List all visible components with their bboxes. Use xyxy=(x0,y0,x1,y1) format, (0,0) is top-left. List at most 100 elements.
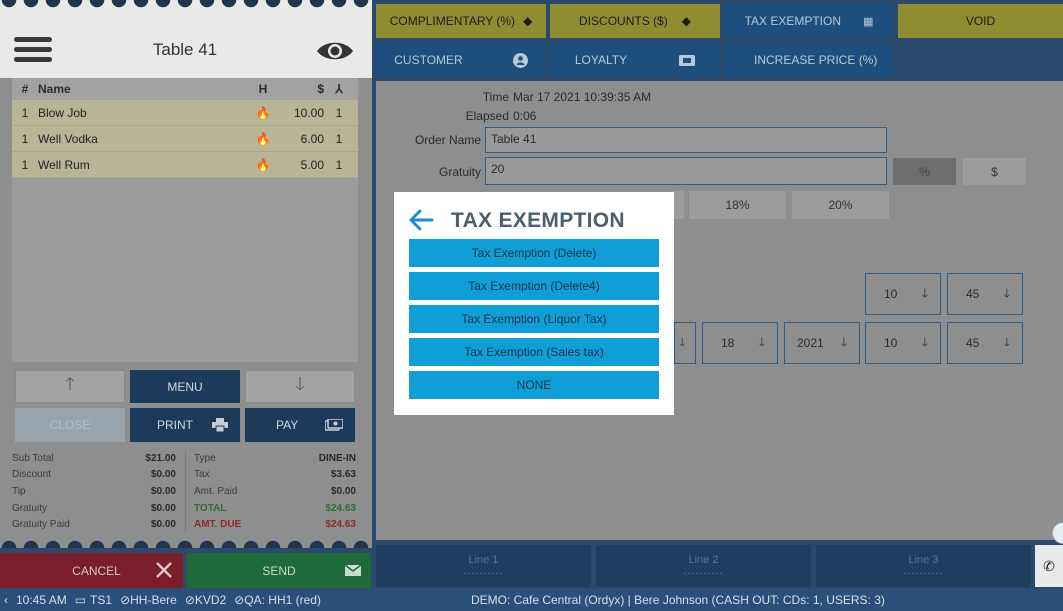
hamburger-menu-icon[interactable] xyxy=(14,37,52,63)
time-label: Time xyxy=(482,90,509,104)
hour-select[interactable]: 10 🡓 xyxy=(865,322,941,364)
back-arrow-icon[interactable]: ‹ xyxy=(4,593,8,607)
cancel-button[interactable]: CANCEL xyxy=(0,553,183,588)
amt-paid-label: Amt. Paid xyxy=(194,485,238,497)
year-select[interactable]: 2021 🡓 xyxy=(784,322,860,364)
tag-icon: ◆ xyxy=(523,14,533,28)
dollar-toggle[interactable]: $ xyxy=(963,158,1026,185)
tax-exemption-option[interactable]: Tax Exemption (Sales tax) xyxy=(409,338,659,366)
type-value: DINE-IN xyxy=(318,452,356,464)
ticket-panel: Table 41 # Name H $ ⅄ 1 Blow Job 🔥 10.00… xyxy=(0,0,372,548)
order-name-field[interactable]: Table 41 xyxy=(485,127,887,153)
tax-exemption-none-option[interactable]: NONE xyxy=(409,371,659,399)
discounts-label: DISCOUNTS ($) xyxy=(579,14,668,28)
ticket-totals: Sub Total $21.00 Discount $0.00 Tip $0.00 G… xyxy=(12,450,358,535)
tip-value: $0.00 xyxy=(150,485,176,497)
customer-button[interactable]: CUSTOMER xyxy=(376,43,546,77)
col-num: # xyxy=(21,82,29,96)
line-tab-3[interactable]: Line 3 ---------- xyxy=(816,545,1031,587)
col-name: Name xyxy=(38,82,71,96)
tip-label: Tip xyxy=(12,485,26,497)
end-minute-select[interactable]: 45 🡓 xyxy=(947,273,1023,315)
menu-button[interactable]: MENU xyxy=(130,370,240,403)
gratuity-label: Gratuity xyxy=(438,165,481,179)
line-tab-2[interactable]: Line 2 ---------- xyxy=(596,545,811,587)
subtotal-label: Sub Total xyxy=(12,452,54,464)
gratuity-field[interactable]: 20 xyxy=(485,157,887,185)
increase-price-button[interactable]: INCREASE PRICE (%) xyxy=(724,43,894,77)
arrow-down-icon: 🡓 xyxy=(679,334,686,349)
totals-right: Type DINE-IN Tax $3.63 Amt. Paid $0.00 TOTA… xyxy=(194,450,356,533)
tax-line: Tax $3.63 xyxy=(194,467,356,484)
ticket-item-row[interactable]: 1 Well Vodka 🔥 6.00 1 xyxy=(12,126,358,152)
ticket-top-edge xyxy=(0,0,372,14)
tax-exemption-button[interactable]: TAX EXEMPTION ▦ xyxy=(724,4,894,38)
eye-icon[interactable] xyxy=(315,39,355,63)
discounts-button[interactable]: DISCOUNTS ($) ◆ xyxy=(550,4,720,38)
tax-exemption-option[interactable]: Tax Exemption (Delete4) xyxy=(409,272,659,300)
pay-button[interactable]: PAY xyxy=(245,408,355,442)
month-select[interactable]: 🡓 xyxy=(674,322,696,364)
tax-exemption-option[interactable]: Tax Exemption (Delete) xyxy=(409,239,659,267)
line-tab-1[interactable]: Line 1 ---------- xyxy=(376,545,591,587)
floating-chat-icon[interactable] xyxy=(1052,522,1063,544)
arrow-down-icon: 🡓 xyxy=(921,285,928,300)
item-seat: 1 xyxy=(335,157,343,172)
scroll-down-button[interactable]: 🡓 xyxy=(245,370,355,403)
pay-label: PAY xyxy=(276,418,299,432)
ticket-item-row[interactable]: 1 Well Rum 🔥 5.00 1 xyxy=(12,152,358,178)
end-hour-select[interactable]: 10 🡓 xyxy=(865,273,941,315)
line-tab-placeholder: ---------- xyxy=(903,568,944,578)
gratuity-line: Gratuity $0.00 xyxy=(12,500,176,517)
ticket-item-row[interactable]: 1 Blow Job 🔥 10.00 1 xyxy=(12,100,358,126)
tax-exemption-option[interactable]: Tax Exemption (Liquor Tax) xyxy=(409,305,659,333)
discount-line: Discount $0.00 xyxy=(12,467,176,484)
amt-due-line: AMT. DUE $24.63 xyxy=(194,516,356,533)
amt-paid-line: Amt. Paid $0.00 xyxy=(194,483,356,500)
back-arrow-icon[interactable] xyxy=(408,208,434,232)
customer-label: CUSTOMER xyxy=(394,53,463,67)
amt-due-value: $24.63 xyxy=(325,519,356,531)
ticket-item-list: # Name H $ ⅄ 1 Blow Job 🔥 10.00 1 1 Well… xyxy=(12,78,358,362)
person-icon xyxy=(512,52,528,68)
print-button[interactable]: PRINT xyxy=(130,408,240,442)
percent-toggle[interactable]: % xyxy=(893,158,956,185)
complimentary-button[interactable]: COMPLIMENTARY (%) ◆ xyxy=(376,4,546,38)
preset-18-button[interactable]: 18% xyxy=(689,191,786,219)
totals-left: Sub Total $21.00 Discount $0.00 Tip $0.00 G… xyxy=(12,450,176,533)
hour-value: 10 xyxy=(884,336,898,350)
status-printer-3: QA: HH1 (red) xyxy=(244,593,321,607)
minute-select[interactable]: 45 🡓 xyxy=(947,322,1023,364)
loyalty-button[interactable]: LOYALTY xyxy=(550,43,720,77)
status-terminal: TS1 xyxy=(90,593,113,607)
scroll-up-button[interactable]: 🡑 xyxy=(15,370,125,403)
toolbar-empty-slot xyxy=(898,43,1063,77)
tip-line: Tip $0.00 xyxy=(12,483,176,500)
void-button[interactable]: VOID xyxy=(898,4,1063,38)
preset-20-button[interactable]: 20% xyxy=(792,191,889,219)
amt-due-label: AMT. DUE xyxy=(194,519,242,531)
printer-status-icon: ⊘ xyxy=(234,593,245,607)
send-button[interactable]: SEND xyxy=(187,553,371,588)
gratuity-paid-line: Gratuity Paid $0.00 xyxy=(12,516,176,533)
tax-value: $3.63 xyxy=(330,469,356,481)
line-tab-label: Line 2 xyxy=(688,554,719,566)
item-name: Well Rum xyxy=(38,157,90,172)
close-button[interactable]: CLOSE xyxy=(15,408,125,442)
gratuity-label: Gratuity xyxy=(12,502,48,514)
line-tab-label: Line 3 xyxy=(908,554,939,566)
item-name: Blow Job xyxy=(38,105,87,120)
dialog-title: TAX EXEMPTION xyxy=(451,209,625,232)
arrow-down-icon: 🡓 xyxy=(1003,334,1010,349)
tax-exemption-label: TAX EXEMPTION xyxy=(744,14,842,28)
order-name-label: Order Name xyxy=(414,133,481,147)
status-info: DEMO: Cafe Central (Ordyx) | Bere Johnso… xyxy=(470,593,885,607)
phone-icon[interactable]: ✆ xyxy=(1035,545,1063,587)
item-seat: 1 xyxy=(335,131,343,146)
tag-icon: ◆ xyxy=(681,14,691,28)
terminal-icon: ▭ xyxy=(74,593,87,607)
line-tab-label: Line 1 xyxy=(468,554,499,566)
ticket-header: Table 41 xyxy=(0,14,372,78)
day-select[interactable]: 18 🡓 xyxy=(702,322,778,364)
card-icon xyxy=(679,54,696,66)
